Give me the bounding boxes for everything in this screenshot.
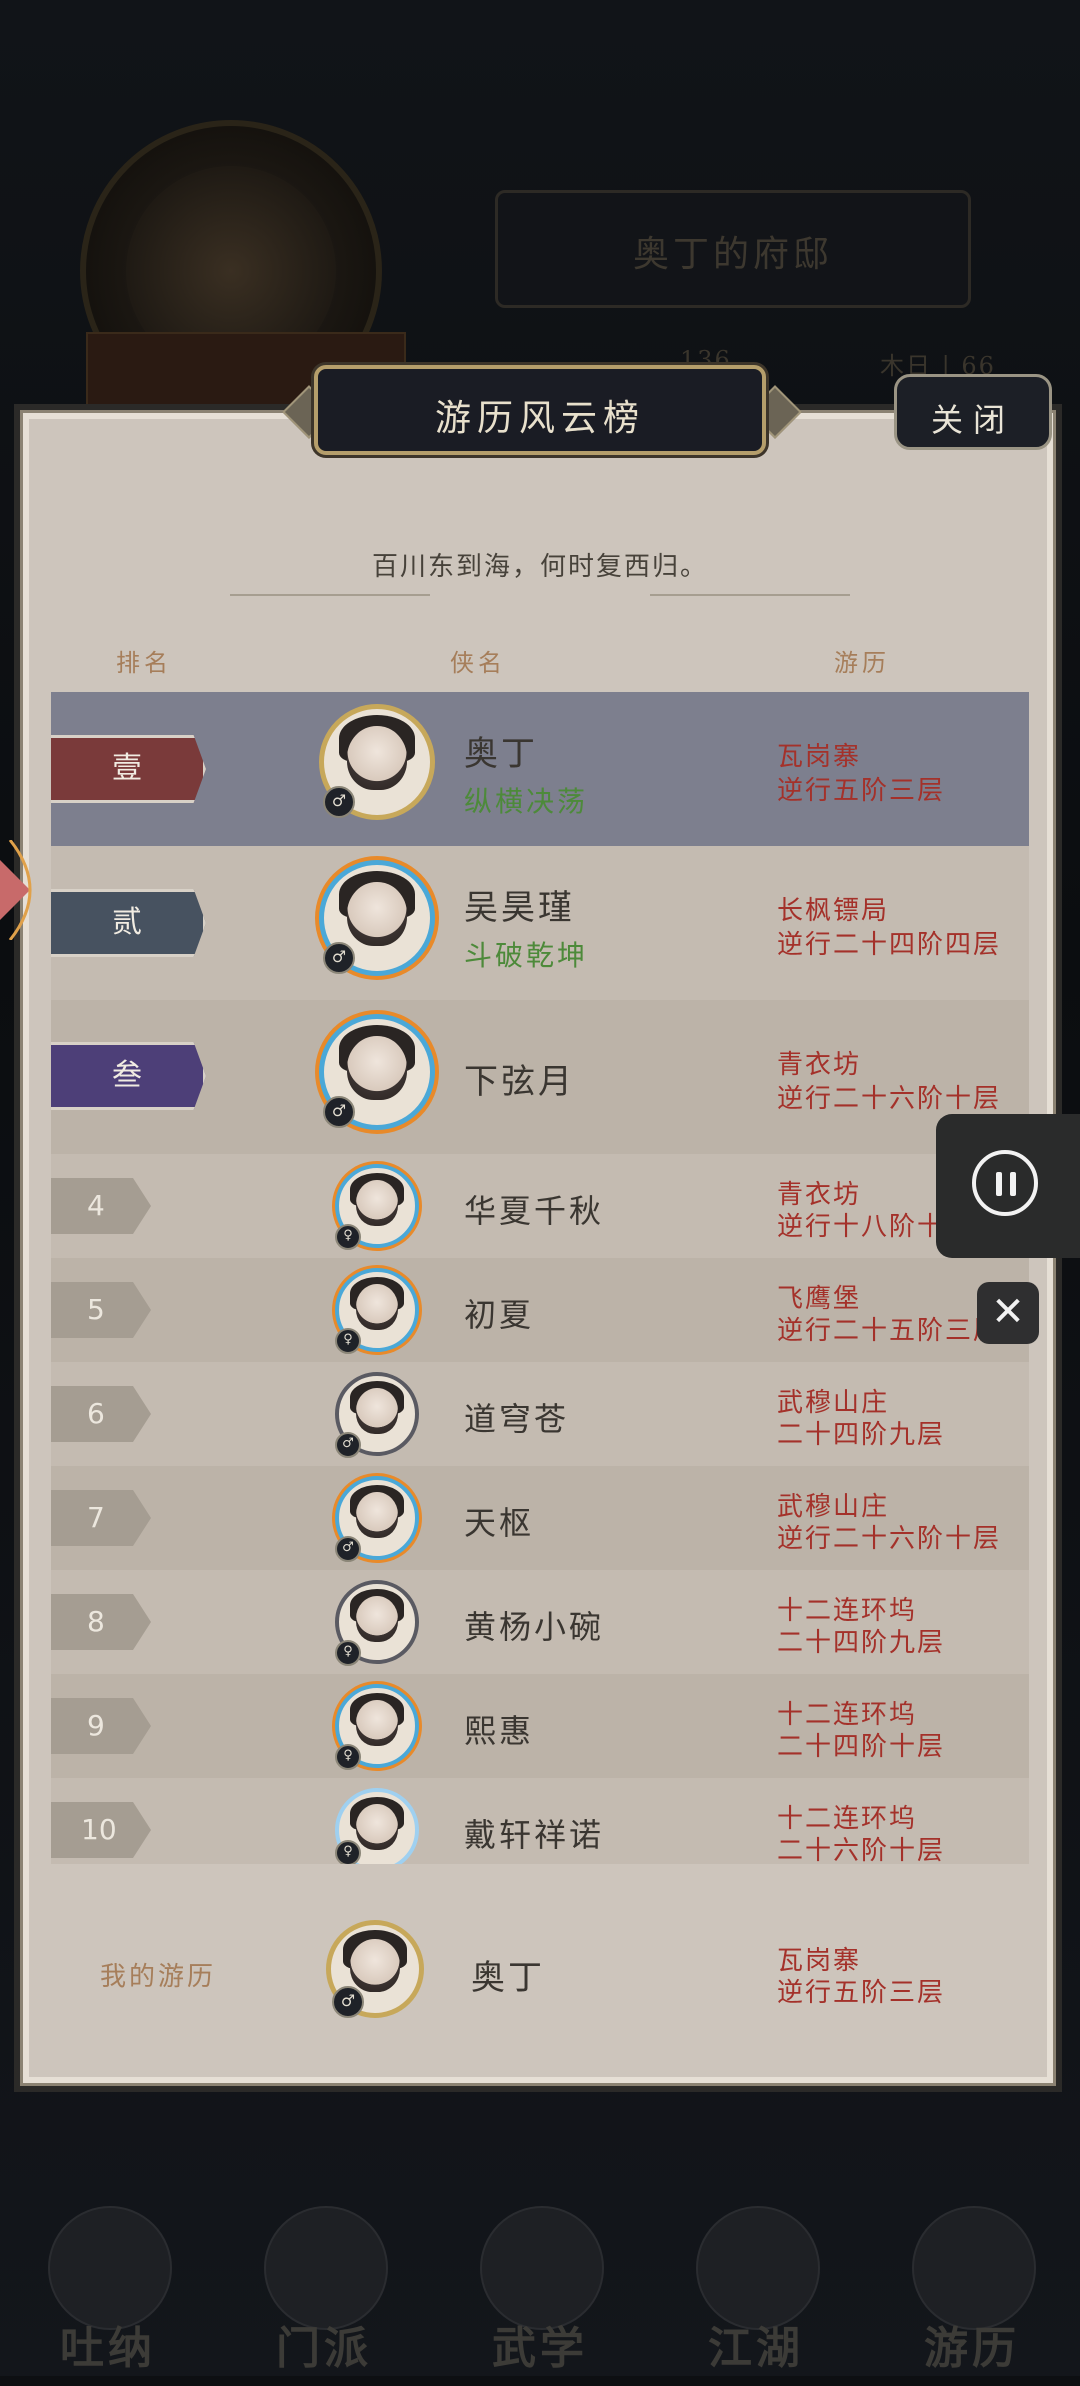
leaderboard-row-9[interactable]: 9 ♀ 熙惠 十二连环坞 二十四阶十层 [51, 1674, 1029, 1778]
avatar-face [355, 1492, 399, 1538]
leaderboard-row-1[interactable]: 壹 ♂ 奥丁 纵横决荡 瓦岗寨 逆行五阶三层 [51, 692, 1029, 846]
leaderboard-row-6[interactable]: 6 ♂ 道穹苍 武穆山庄 二十四阶九层 [51, 1362, 1029, 1466]
mansion-title: 奥丁的府邸 [632, 234, 833, 275]
player-name: 道穹苍 [464, 1400, 570, 1438]
my-travel-label: 我的游历 [100, 1962, 217, 1992]
my-travel-stage: 逆行五阶三层 [777, 1978, 946, 2008]
travel-stage: 逆行二十六阶十层 [777, 1084, 1002, 1114]
travel-stage: 二十四阶十层 [777, 1732, 946, 1762]
female-gender-icon: ♀ [335, 1640, 361, 1666]
avatar-face [355, 1700, 399, 1746]
travel-location: 长枫镖局 [777, 896, 890, 926]
travel-stage: 逆行二十六阶十层 [777, 1524, 1002, 1554]
nav-label: 江湖 [708, 2323, 804, 2374]
player-title: 纵横决荡 [464, 785, 589, 818]
bottom-nav: 吐纳 门派 武学 江湖 游历 [0, 2090, 1080, 2386]
pause-bar-right [1010, 1172, 1016, 1196]
nav-label: 门派 [276, 2323, 372, 2374]
player-name: 天枢 [464, 1504, 535, 1542]
column-header-rank: 排名 [116, 649, 172, 677]
player-name: 下弦月 [464, 1062, 575, 1102]
female-gender-icon: ♀ [335, 1224, 361, 1250]
column-header-travel: 游历 [834, 649, 890, 677]
player-name: 吴昊瑾 [464, 888, 575, 928]
player-name: 黄杨小碗 [464, 1608, 605, 1646]
motto-divider-left [230, 594, 430, 596]
mansion-title-box: 奥丁的府邸 [495, 190, 971, 308]
my-name: 奥丁 [471, 1958, 545, 1998]
player-title: 斗破乾坤 [464, 939, 589, 972]
female-gender-icon: ♀ [335, 1744, 361, 1770]
pause-bar-left [996, 1172, 1002, 1196]
close-button[interactable]: 关闭 [894, 374, 1052, 450]
rank-badge: 6 [51, 1386, 151, 1442]
avatar-face [355, 1284, 399, 1330]
panel-title-box: 游历风云榜 [314, 365, 766, 455]
travel-stage: 二十四阶九层 [777, 1420, 946, 1450]
avatar-face [347, 881, 407, 946]
travel-location: 瓦岗寨 [777, 742, 862, 772]
travel-stage: 逆行二十四阶四层 [777, 930, 1002, 960]
leaderboard-row-2[interactable]: 贰 ♂ 吴昊瑾 斗破乾坤 长枫镖局 逆行二十四阶四层 [51, 846, 1029, 1000]
column-header-name: 侠名 [450, 649, 506, 677]
rank-badge: 5 [51, 1282, 151, 1338]
leaderboard-row-7[interactable]: 7 ♂ 天枢 武穆山庄 逆行二十六阶十层 [51, 1466, 1029, 1570]
female-gender-icon: ♀ [335, 1328, 361, 1354]
rank-badge: 7 [51, 1490, 151, 1546]
pause-icon [972, 1150, 1038, 1216]
rank-badge: 10 [51, 1802, 151, 1858]
travel-stage: 二十六阶十层 [777, 1836, 946, 1864]
travel-stage: 逆行二十五阶三层 [777, 1316, 1002, 1346]
avatar-face [355, 1180, 399, 1226]
player-name: 华夏千秋 [464, 1192, 605, 1230]
nav-label: 游历 [924, 2323, 1020, 2374]
leaderboard-row-4[interactable]: 4 ♀ 华夏千秋 青衣坊 逆行十八阶十层 [51, 1154, 1029, 1258]
player-name: 熙惠 [464, 1712, 535, 1750]
male-gender-icon: ♂ [323, 1096, 355, 1128]
rank-badge: 4 [51, 1178, 151, 1234]
nav-item-travel[interactable]: 游历 [882, 2206, 1062, 2376]
avatar-face [347, 1035, 407, 1100]
nav-label: 武学 [492, 2323, 588, 2374]
male-gender-icon: ♂ [332, 1986, 364, 2018]
player-name: 初夏 [464, 1296, 535, 1334]
leaderboard-row-5[interactable]: 5 ♀ 初夏 飞鹰堡 逆行二十五阶三层 [51, 1258, 1029, 1362]
motto-divider-right [650, 594, 850, 596]
male-gender-icon: ♂ [323, 786, 355, 818]
travel-location: 青衣坊 [777, 1050, 862, 1080]
panel-title: 游历风云榜 [434, 398, 645, 439]
male-gender-icon: ♂ [335, 1432, 361, 1458]
male-gender-icon: ♂ [323, 942, 355, 974]
avatar-face [355, 1596, 399, 1642]
travel-stage: 二十四阶九层 [777, 1628, 946, 1658]
player-name: 奥丁 [464, 734, 538, 774]
avatar-face [355, 1388, 399, 1434]
female-gender-icon: ♀ [335, 1840, 361, 1864]
avatar-face [347, 725, 407, 790]
leaderboard-row-10[interactable]: 10 ♀ 戴轩祥诺 十二连环坞 二十六阶十层 [51, 1778, 1029, 1864]
avatar-face [350, 1939, 400, 1992]
nav-item-tuna[interactable]: 吐纳 [18, 2206, 198, 2376]
player-name: 戴轩祥诺 [464, 1816, 605, 1854]
pause-button[interactable] [936, 1114, 1080, 1258]
rank-badge: 叁 [51, 1042, 206, 1110]
nav-item-jianghu[interactable]: 江湖 [666, 2206, 846, 2376]
close-overlay-button[interactable]: ✕ [977, 1282, 1039, 1344]
avatar-face [355, 1804, 399, 1850]
nav-item-sect[interactable]: 门派 [234, 2206, 414, 2376]
leaderboard-row-8[interactable]: 8 ♀ 黄杨小碗 十二连环坞 二十四阶九层 [51, 1570, 1029, 1674]
nav-label: 吐纳 [60, 2323, 156, 2374]
close-icon: ✕ [991, 1289, 1025, 1335]
motto: 百川东到海，何时复西归。 [371, 552, 708, 582]
close-button-label: 关闭 [930, 401, 1015, 439]
travel-stage: 逆行五阶三层 [777, 776, 946, 806]
male-gender-icon: ♂ [335, 1536, 361, 1562]
rank-badge: 贰 [51, 889, 206, 957]
side-drawer-tab[interactable] [0, 840, 50, 940]
rank-badge: 9 [51, 1698, 151, 1754]
rank-badge: 8 [51, 1594, 151, 1650]
leaderboard-row-3[interactable]: 叁 ♂ 下弦月 青衣坊 逆行二十六阶十层 [51, 1000, 1029, 1154]
nav-item-martial[interactable]: 武学 [450, 2206, 630, 2376]
rank-badge: 壹 [51, 735, 206, 803]
